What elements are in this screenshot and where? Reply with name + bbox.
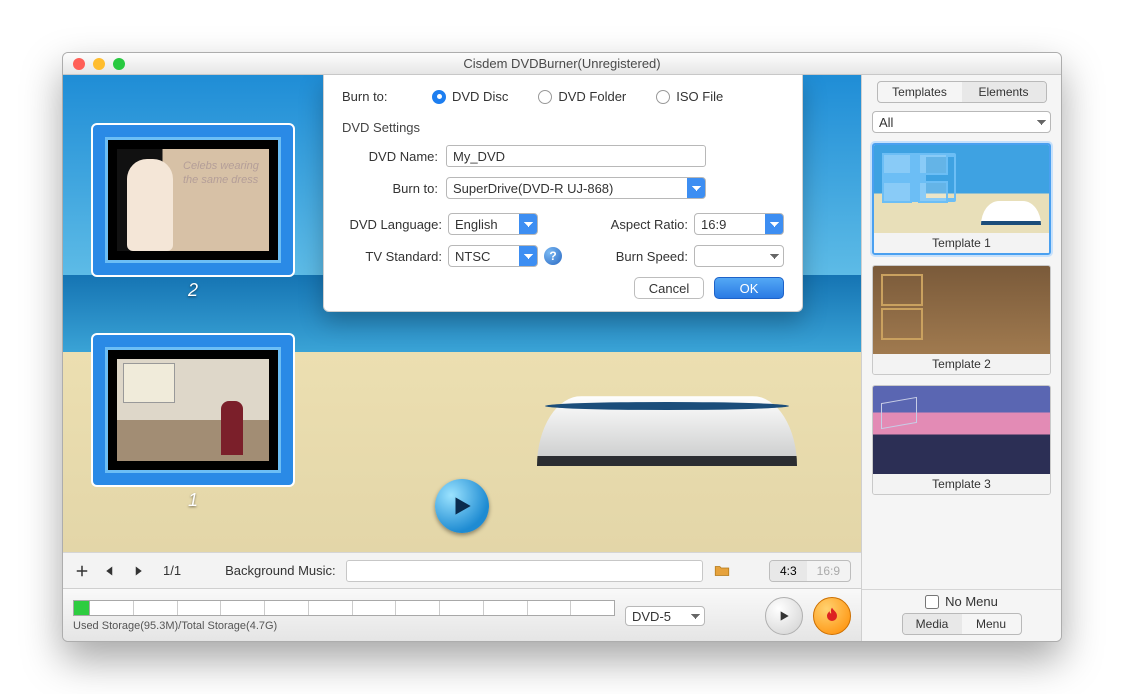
minimize-window-button[interactable]: [93, 58, 105, 70]
burn-drive-label: Burn to:: [356, 181, 438, 196]
tv-standard-help-icon[interactable]: ?: [544, 247, 562, 265]
zoom-window-button[interactable]: [113, 58, 125, 70]
tv-standard-label: TV Standard:: [342, 249, 442, 264]
tab-elements[interactable]: Elements: [962, 82, 1046, 102]
dvd-settings-heading: DVD Settings: [342, 120, 784, 135]
title-bar: Cisdem DVDBurner(Unregistered): [63, 53, 1061, 75]
storage-gauge: [73, 600, 615, 616]
template-card-1[interactable]: Template 1: [872, 143, 1051, 255]
tab-media[interactable]: Media: [903, 614, 962, 634]
dvd-name-label: DVD Name:: [356, 149, 438, 164]
close-window-button[interactable]: [73, 58, 85, 70]
next-page-icon[interactable]: [129, 562, 147, 580]
prev-page-icon[interactable]: [101, 562, 119, 580]
aspect-ratio-label: Aspect Ratio:: [611, 217, 688, 232]
template-card-3[interactable]: Template 3: [872, 385, 1051, 495]
storage-text: Used Storage(95.3M)/Total Storage(4.7G): [73, 620, 615, 632]
dvd-name-input[interactable]: [446, 145, 706, 167]
video-slot-2-number: 1: [93, 490, 293, 511]
burn-to-dvd-folder-radio[interactable]: DVD Folder: [538, 89, 626, 104]
template-caption: Template 1: [874, 233, 1049, 253]
cancel-button[interactable]: Cancel: [634, 277, 704, 299]
video-slot-1[interactable]: Celebs wearing the same dress 2: [93, 125, 293, 275]
burn-settings-sheet: Burn to: DVD Disc DVD Folder ISO File DV…: [323, 75, 803, 312]
burn-button[interactable]: [813, 597, 851, 635]
stage-toolbar: 1/1 Background Music: 4:3 16:9: [63, 552, 861, 588]
side-tabs: Templates Elements: [877, 81, 1047, 103]
template-caption: Template 2: [873, 354, 1050, 374]
aspect-ratio-select[interactable]: 16:9: [694, 213, 784, 235]
dvd-language-select[interactable]: English: [448, 213, 538, 235]
tv-standard-select[interactable]: NTSC: [448, 245, 538, 267]
app-window: Cisdem DVDBurner(Unregistered) Celebs we…: [62, 52, 1062, 642]
page-indicator: 1/1: [157, 563, 187, 578]
no-menu-checkbox[interactable]: No Menu: [925, 594, 998, 609]
burn-speed-label: Burn Speed:: [616, 249, 688, 264]
tab-templates[interactable]: Templates: [878, 82, 962, 102]
side-panel: Templates Elements All Template 1Templat…: [861, 75, 1061, 641]
bg-music-input[interactable]: [346, 560, 703, 582]
template-caption: Template 3: [873, 474, 1050, 494]
video-slot-2[interactable]: 1: [93, 335, 293, 485]
preview-play-button[interactable]: [765, 597, 803, 635]
browse-music-folder-icon[interactable]: [713, 562, 731, 580]
burn-speed-select[interactable]: [694, 245, 784, 267]
aspect-16-9[interactable]: 16:9: [807, 561, 850, 581]
play-preview-button[interactable]: [435, 479, 489, 533]
dvd-language-label: DVD Language:: [342, 217, 442, 232]
ok-button[interactable]: OK: [714, 277, 784, 299]
template-card-2[interactable]: Template 2: [872, 265, 1051, 375]
disc-type-select[interactable]: DVD-5: [625, 606, 705, 626]
traffic-lights: [63, 58, 125, 70]
bg-music-label: Background Music:: [225, 563, 336, 578]
aspect-4-3[interactable]: 4:3: [770, 561, 807, 581]
boat-graphic: [537, 356, 797, 466]
burn-to-label: Burn to:: [342, 89, 402, 104]
template-filter-select[interactable]: All: [872, 111, 1051, 133]
video-slot-1-number: 2: [93, 280, 293, 301]
preview-aspect-toggle[interactable]: 4:3 16:9: [769, 560, 851, 582]
tab-menu[interactable]: Menu: [962, 614, 1021, 634]
burn-drive-select[interactable]: SuperDrive(DVD-R UJ-868): [446, 177, 706, 199]
add-page-icon[interactable]: [73, 562, 91, 580]
window-title: Cisdem DVDBurner(Unregistered): [63, 56, 1061, 71]
burn-to-iso-file-radio[interactable]: ISO File: [656, 89, 723, 104]
menu-preview-stage: Celebs wearing the same dress 2 1 Burn t…: [63, 75, 861, 552]
template-list: Template 1 Template 2 Template 3: [862, 137, 1061, 589]
bottom-tabs: Media Menu: [902, 613, 1022, 635]
burn-to-dvd-disc-radio[interactable]: DVD Disc: [432, 89, 508, 104]
storage-bar-area: Used Storage(95.3M)/Total Storage(4.7G) …: [63, 588, 861, 641]
